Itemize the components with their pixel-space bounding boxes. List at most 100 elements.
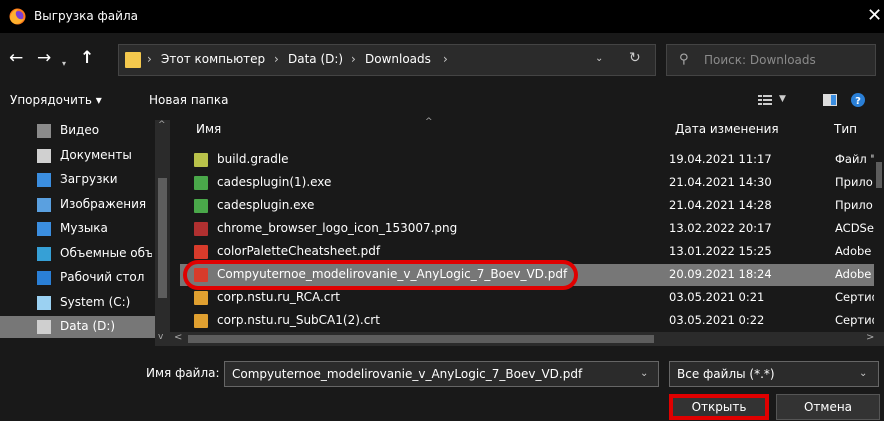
exe-icon xyxy=(194,199,208,213)
breadcrumb-data-d[interactable]: Data (D:) xyxy=(288,52,343,66)
search-placeholder: Поиск: Downloads xyxy=(704,53,816,67)
refresh-icon[interactable]: ↻ xyxy=(629,50,641,66)
file-row[interactable]: build.gradle 19.04.2021 11:17 Файл " xyxy=(180,149,874,171)
horizontal-scrollbar[interactable]: < > xyxy=(170,332,884,346)
file-row[interactable]: chrome_browser_logo_icon_153007.png 13.02… xyxy=(180,218,874,240)
filename-label: Имя файла: xyxy=(146,366,220,380)
sidebar-item-label: Видео xyxy=(60,123,100,137)
navigation-pane: Видео Документы Загрузки Изображения Музыка О… xyxy=(0,120,170,346)
scroll-right-icon[interactable]: > xyxy=(866,332,874,343)
column-date-header[interactable]: Дата изменения xyxy=(675,122,779,136)
file-type: Прило xyxy=(835,175,873,189)
preview-pane-icon[interactable] xyxy=(823,94,837,106)
search-box[interactable]: ⚲ Поиск: Downloads xyxy=(666,44,876,76)
close-icon[interactable]: ✕ xyxy=(867,6,882,26)
file-row[interactable]: corp.nstu.ru_SubCA1(2).crt 03.05.2021 0:2… xyxy=(180,310,874,332)
scroll-up-icon[interactable]: ^ xyxy=(158,120,166,130)
navigation-scrollbar[interactable]: ^ v xyxy=(155,120,170,346)
file-list-scrollbar[interactable] xyxy=(874,114,884,346)
sidebar-item[interactable]: Видео xyxy=(0,120,155,142)
file-row[interactable]: cadesplugin(1).exe 21.04.2021 14:30 Прило xyxy=(180,172,874,194)
file-date: 19.04.2021 11:17 xyxy=(669,152,772,166)
sidebar-item[interactable]: Изображения xyxy=(0,194,155,216)
command-bar: Упорядочить ▾ Новая папка ▼ ? xyxy=(0,88,884,114)
file-list: Имя ^ Дата изменения Тип build.gradle 19.… xyxy=(170,114,884,346)
filename-value: Compyuternoe_modelirovanie_v_AnyLogic_7_… xyxy=(232,367,583,381)
forward-icon[interactable]: → xyxy=(37,49,51,67)
filetype-value: Все файлы (*.*) xyxy=(677,367,775,381)
certificate-icon xyxy=(194,314,208,328)
firefox-icon xyxy=(9,8,26,25)
file-date: 03.05.2021 0:21 xyxy=(669,290,765,304)
scrollbar-thumb[interactable] xyxy=(876,162,882,188)
sidebar-item[interactable]: Объемные объ xyxy=(0,243,155,265)
filetype-select[interactable]: Все файлы (*.*) ⌄ xyxy=(669,361,879,387)
file-name: build.gradle xyxy=(217,152,289,166)
navigation-bar: ← → ▾ ↑ › Этот компьютер › Data (D:) › D… xyxy=(0,33,884,84)
address-bar[interactable]: › Этот компьютер › Data (D:) › Downloads… xyxy=(118,44,656,76)
chevron-down-icon[interactable]: ▼ xyxy=(779,94,786,104)
documents-icon xyxy=(37,148,51,163)
breadcrumb-separator: › xyxy=(351,52,356,66)
breadcrumb-this-pc[interactable]: Этот компьютер xyxy=(161,52,265,66)
column-type-header[interactable]: Тип xyxy=(834,122,857,136)
column-name-header[interactable]: Имя xyxy=(196,122,221,136)
png-icon xyxy=(194,222,208,236)
breadcrumb-downloads[interactable]: Downloads xyxy=(365,52,431,66)
scrollbar-thumb[interactable] xyxy=(188,335,654,343)
open-button[interactable]: Открыть xyxy=(669,394,769,420)
recent-locations-icon[interactable]: ▾ xyxy=(62,55,66,73)
view-options-icon[interactable] xyxy=(758,94,772,106)
help-icon[interactable]: ? xyxy=(851,93,865,107)
drive-d-icon xyxy=(37,320,51,334)
filename-field[interactable]: Compyuternoe_modelirovanie_v_AnyLogic_7_… xyxy=(224,361,659,387)
file-type: ACDSe xyxy=(835,221,874,235)
pdf-icon xyxy=(194,245,208,259)
sidebar-item[interactable]: System (C:) xyxy=(0,292,155,314)
file-name: cadesplugin.exe xyxy=(217,198,315,212)
scroll-down-icon[interactable]: v xyxy=(158,332,163,342)
file-row[interactable]: cadesplugin.exe 21.04.2021 14:28 Прило xyxy=(180,195,874,217)
file-type: Прило xyxy=(835,198,873,212)
sidebar-item[interactable]: Загрузки xyxy=(0,169,155,191)
file-type: Сертиф xyxy=(835,290,874,304)
sidebar-item-label: Документы xyxy=(60,147,132,162)
sidebar-item[interactable]: Музыка xyxy=(0,218,155,240)
window-title: Выгрузка файла xyxy=(34,9,138,23)
scrollbar-thumb[interactable] xyxy=(158,178,167,298)
gradle-file-icon xyxy=(194,153,208,167)
pictures-icon xyxy=(37,197,51,212)
organize-button[interactable]: Упорядочить ▾ xyxy=(10,93,102,107)
svg-text:?: ? xyxy=(855,96,861,107)
file-date: 13.01.2022 15:25 xyxy=(669,244,772,258)
folder-icon xyxy=(125,52,141,68)
chevron-down-icon[interactable]: ⌄ xyxy=(640,368,648,379)
up-icon[interactable]: ↑ xyxy=(80,49,94,67)
file-name: chrome_browser_logo_icon_153007.png xyxy=(217,221,458,235)
file-date: 21.04.2021 14:28 xyxy=(669,198,772,212)
sidebar-item[interactable]: Документы xyxy=(0,145,155,167)
title-bar: Выгрузка файла ✕ xyxy=(0,0,884,33)
cancel-button[interactable]: Отмена xyxy=(776,394,880,420)
chevron-down-icon[interactable]: ⌄ xyxy=(595,53,603,64)
sidebar-item-label: Музыка xyxy=(60,221,108,235)
back-icon[interactable]: ← xyxy=(9,49,23,67)
drive-c-icon xyxy=(37,295,51,310)
scroll-left-icon[interactable]: < xyxy=(174,332,182,343)
file-date: 13.02.2022 20:17 xyxy=(669,221,772,235)
sidebar-item[interactable]: Data (D:) xyxy=(0,316,155,338)
dialog-footer: Имя файла: Compyuternoe_modelirovanie_v_… xyxy=(0,346,884,421)
sidebar-item[interactable]: Рабочий стол xyxy=(0,267,155,289)
new-folder-button[interactable]: Новая папка xyxy=(149,93,228,107)
selected-file-highlight xyxy=(183,260,578,290)
exe-icon xyxy=(194,176,208,190)
file-row[interactable]: corp.nstu.ru_RCA.crt 03.05.2021 0:21 Серти… xyxy=(180,287,874,309)
file-type: Adobe xyxy=(835,244,872,258)
file-name: corp.nstu.ru_RCA.crt xyxy=(217,290,340,304)
sidebar-item-label: Загрузки xyxy=(60,172,118,186)
certificate-icon xyxy=(194,291,208,305)
chevron-down-icon[interactable]: ⌄ xyxy=(859,368,867,379)
file-type: Сертиф xyxy=(835,313,874,327)
sidebar-item-label: Рабочий стол xyxy=(60,270,145,284)
sidebar-item-label: Data (D:) xyxy=(60,319,116,333)
